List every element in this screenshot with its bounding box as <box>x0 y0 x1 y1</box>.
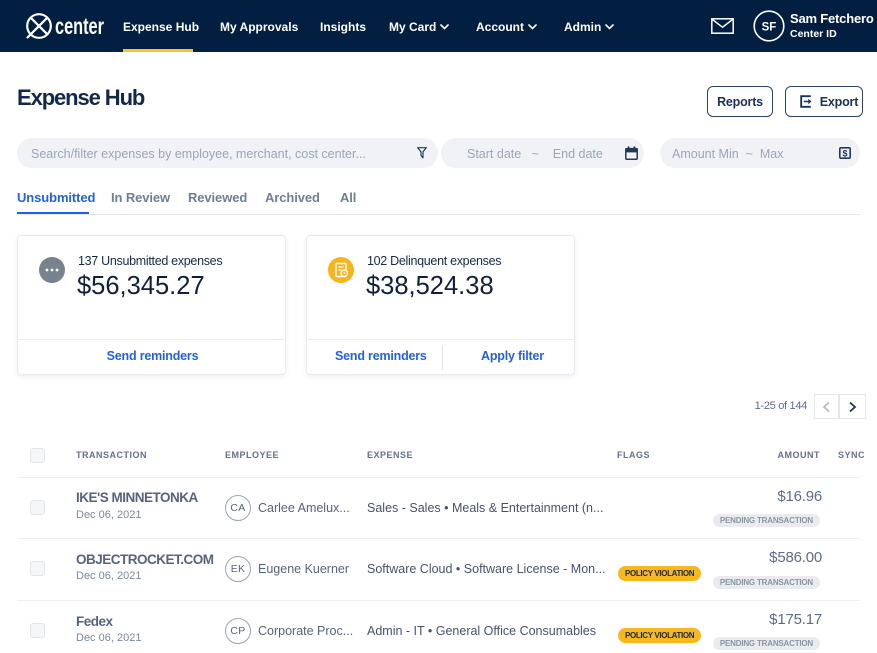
svg-text:SF: SF <box>762 22 777 34</box>
svg-text:$: $ <box>842 148 847 158</box>
svg-text:center: center <box>55 13 104 39</box>
